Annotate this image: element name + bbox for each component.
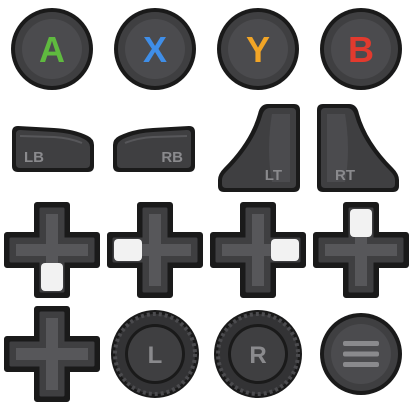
- right-stick-label: R: [249, 342, 266, 369]
- dpad-up-arm-highlight: [349, 208, 372, 237]
- dpad-left-arm-highlight: [113, 238, 142, 261]
- face-button-y[interactable]: Y: [206, 0, 309, 98]
- right-bumper[interactable]: RB: [103, 98, 206, 198]
- dpad-up-pressed[interactable]: [309, 198, 412, 301]
- left-trigger-label: LT: [264, 167, 281, 184]
- right-stick[interactable]: R: [206, 301, 309, 407]
- menu-button[interactable]: [309, 301, 412, 407]
- right-trigger-label: RT: [335, 167, 355, 184]
- face-button-b[interactable]: B: [309, 0, 412, 98]
- face-button-a-label: A: [39, 29, 65, 70]
- left-trigger[interactable]: LT: [206, 98, 309, 198]
- left-bumper[interactable]: LB: [0, 98, 103, 198]
- dpad-neutral[interactable]: [0, 301, 103, 407]
- dpad-down-arm-highlight: [40, 262, 63, 291]
- face-button-x[interactable]: X: [103, 0, 206, 98]
- left-bumper-label: LB: [24, 149, 44, 166]
- dpad-right-arm-highlight: [270, 238, 299, 261]
- face-button-x-label: X: [142, 29, 166, 70]
- dpad-left-pressed[interactable]: [103, 198, 206, 301]
- controller-button-sheet: A X Y B LB RB LT RT L R: [0, 0, 413, 407]
- dpad-down-pressed[interactable]: [0, 198, 103, 301]
- left-stick-label: L: [147, 342, 162, 369]
- dpad-right-pressed[interactable]: [206, 198, 309, 301]
- face-button-y-label: Y: [245, 29, 269, 70]
- right-bumper-label: RB: [161, 149, 183, 166]
- left-stick[interactable]: L: [103, 301, 206, 407]
- face-button-a[interactable]: A: [0, 0, 103, 98]
- right-trigger[interactable]: RT: [309, 98, 412, 198]
- face-button-b-label: B: [348, 29, 374, 70]
- menu-icon: [342, 341, 379, 367]
